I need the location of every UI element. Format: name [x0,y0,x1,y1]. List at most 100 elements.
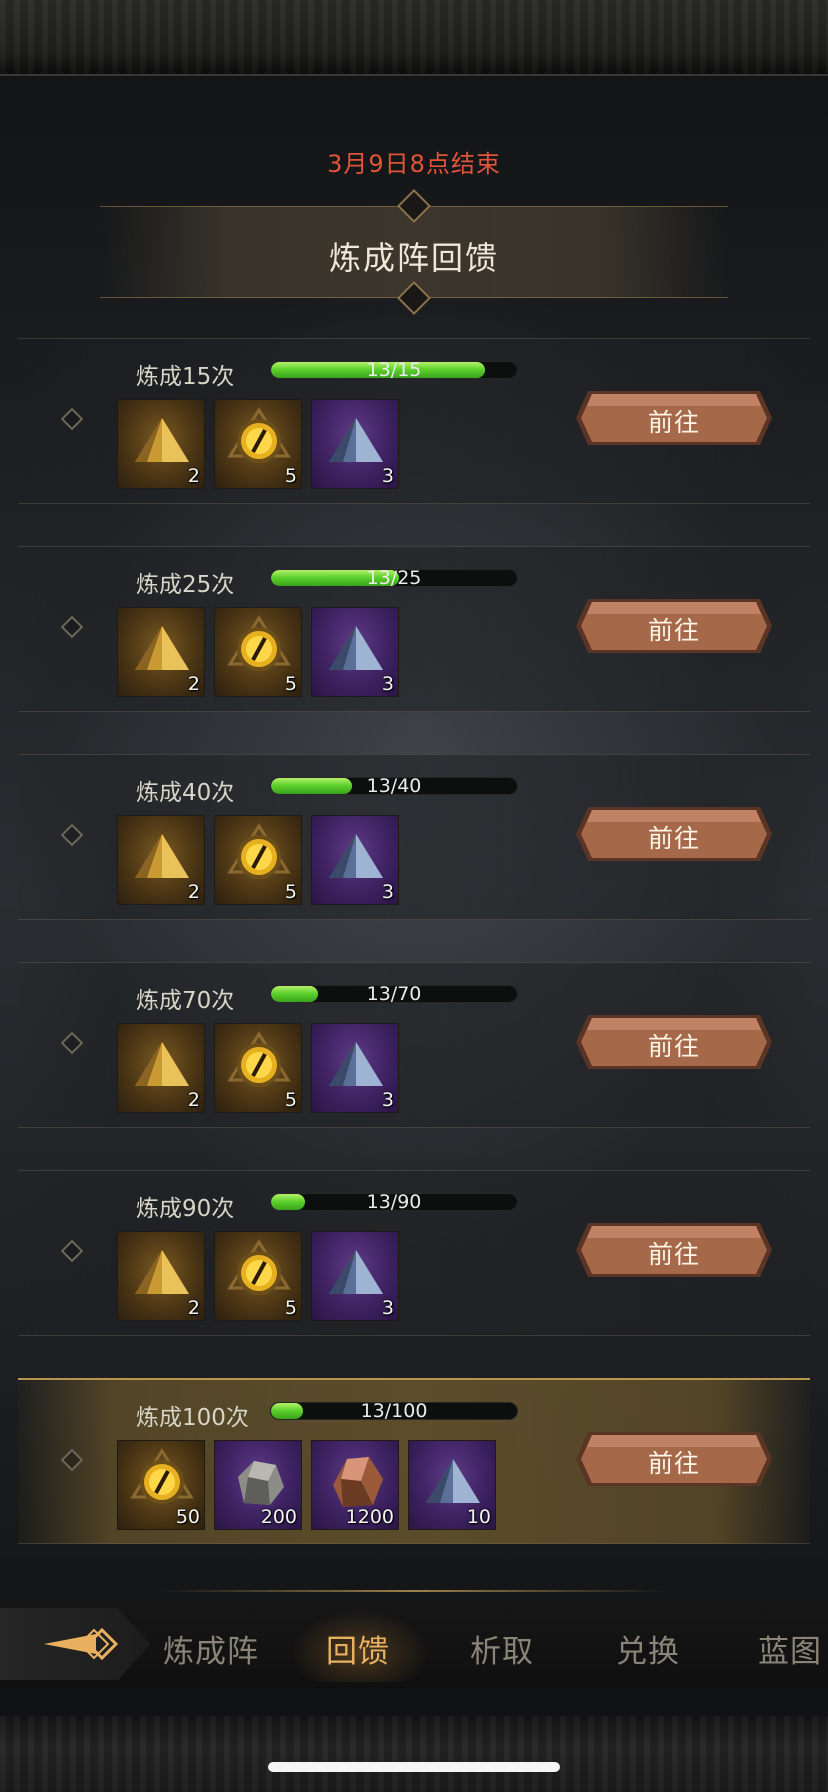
item-count: 2 [187,1089,200,1111]
reward-item-slot[interactable]: 2 [117,815,205,905]
item-count: 200 [260,1506,297,1528]
gold-pyramid-icon [135,1042,189,1086]
title-banner: 炼成阵回馈 [100,189,728,315]
row-diamond-icon [60,615,84,639]
item-count: 3 [381,881,394,903]
item-count: 2 [187,465,200,487]
item-count: 1200 [345,1506,394,1528]
page-title: 炼成阵回馈 [328,239,499,277]
item-count: 5 [284,1297,297,1319]
row-diamond-icon [60,407,84,431]
progress-text: 13/70 [366,985,422,1003]
reward-item-slot[interactable]: 1200 [311,1440,399,1530]
reward-item-slot[interactable]: 2 [117,399,205,489]
gold-pyramid-icon [135,834,189,878]
item-count: 3 [381,1089,394,1111]
back-arrow-icon [44,1627,119,1661]
go-button[interactable]: 前往 [574,597,774,655]
reward-item-slot[interactable]: 2 [117,1023,205,1113]
tab-exchange[interactable]: 兑换 [616,1626,680,1671]
gold-pyramid-icon [135,626,189,670]
top-frame [0,0,828,76]
progress-bar: 13/90 [270,1193,518,1211]
reward-title: 炼成90次 [136,1196,235,1222]
tab-refining[interactable]: 炼成阵 [163,1626,259,1671]
go-button[interactable]: 前往 [574,1430,774,1488]
item-count: 3 [381,673,394,695]
reward-item-slot[interactable]: 3 [311,399,399,489]
gold-pyramid-icon [135,418,189,462]
golden-eye-icon [227,407,291,463]
go-button[interactable]: 前往 [574,1013,774,1071]
tab-extract[interactable]: 析取 [470,1626,534,1671]
reward-title: 炼成70次 [136,988,235,1014]
item-count: 2 [187,673,200,695]
progress-text: 13/100 [360,1402,428,1420]
reward-title: 炼成100次 [136,1405,249,1431]
tab-feedback[interactable]: 回馈 [326,1626,390,1671]
item-count: 2 [187,1297,200,1319]
progress-bar: 13/100 [270,1402,518,1420]
go-button-label: 前往 [647,408,700,437]
item-count: 5 [284,465,297,487]
tab-bar: 炼成阵 回馈 析取 兑换 蓝图 [0,1602,828,1690]
reward-item-slot[interactable]: 5 [214,399,302,489]
home-indicator[interactable] [268,1762,560,1772]
reward-item-slot[interactable]: 5 [214,815,302,905]
event-end-time: 3月9日8点结束 [327,150,501,178]
reward-item-slot[interactable]: 5 [214,607,302,697]
reward-item-slot[interactable]: 2 [117,607,205,697]
reward-row: 炼成90次 13/90 2 5 3 前往 [18,1170,810,1336]
reward-title: 炼成40次 [136,780,235,806]
row-diamond-icon [60,1448,84,1472]
item-count: 2 [187,881,200,903]
reward-item-slot[interactable]: 5 [214,1023,302,1113]
go-button-label: 前往 [647,1032,700,1061]
reward-item-slot[interactable]: 3 [311,815,399,905]
progress-text: 13/15 [366,361,422,379]
golden-eye-icon [227,615,291,671]
reward-item-slot[interactable]: 3 [311,1023,399,1113]
golden-eye-icon [227,1031,291,1087]
progress-text: 13/25 [366,569,422,587]
tab-blueprint[interactable]: 蓝图 [758,1626,822,1671]
row-diamond-icon [60,823,84,847]
go-button-label: 前往 [647,616,700,645]
reward-row: 炼成15次 13/15 2 5 3 前往 [18,338,810,504]
progress-bar: 13/70 [270,985,518,1003]
progress-bar: 13/40 [270,777,518,795]
reward-row: 炼成25次 13/25 2 5 3 前往 [18,546,810,712]
reward-title: 炼成15次 [136,364,235,390]
reward-item-slot[interactable]: 200 [214,1440,302,1530]
item-count: 5 [284,1089,297,1111]
item-count: 3 [381,465,394,487]
row-diamond-icon [60,1031,84,1055]
item-count: 5 [284,881,297,903]
item-count: 3 [381,1297,394,1319]
go-button-label: 前往 [647,1240,700,1269]
golden-eye-icon [227,823,291,879]
reward-row: 炼成70次 13/70 2 5 3 前往 [18,962,810,1128]
bottom-separator [160,1590,668,1592]
item-count: 10 [466,1506,491,1528]
reward-item-slot[interactable]: 10 [408,1440,496,1530]
progress-bar: 13/25 [270,569,518,587]
reward-row: 炼成40次 13/40 2 5 3 前往 [18,754,810,920]
reward-item-slot[interactable]: 5 [214,1231,302,1321]
reward-item-slot[interactable]: 3 [311,607,399,697]
go-button-label: 前往 [647,1449,700,1478]
go-button[interactable]: 前往 [574,1221,774,1279]
progress-text: 13/40 [366,777,422,795]
reward-title: 炼成25次 [136,572,235,598]
reward-item-slot[interactable]: 2 [117,1231,205,1321]
go-button[interactable]: 前往 [574,389,774,447]
reward-item-slot[interactable]: 50 [117,1440,205,1530]
go-button[interactable]: 前往 [574,805,774,863]
reward-item-slot[interactable]: 3 [311,1231,399,1321]
bottom-frame [0,1716,828,1792]
reward-row: 炼成100次 13/100 50 200 1200 10 前往 [18,1378,810,1544]
blue-crystal-pyramid-icon [329,626,383,670]
go-button-label: 前往 [647,824,700,853]
golden-eye-icon [227,1239,291,1295]
back-button[interactable] [0,1608,150,1680]
